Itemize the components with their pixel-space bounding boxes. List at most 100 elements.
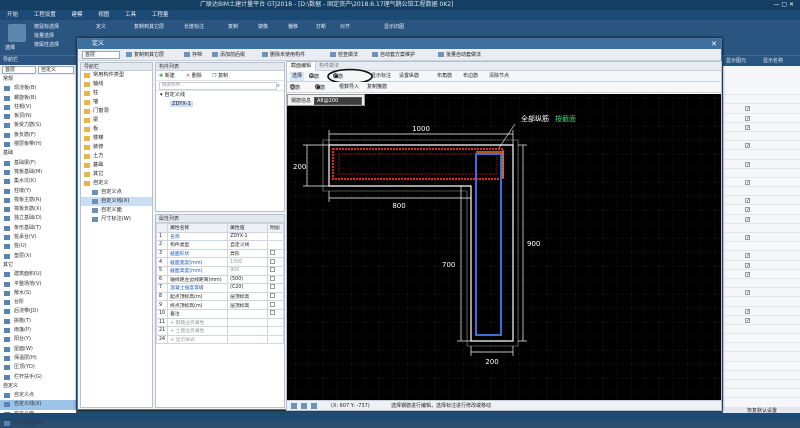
new-component-button[interactable]: ✚ 新建 (159, 72, 175, 80)
ribbon-item[interactable]: 按鼠标选择 (34, 23, 59, 31)
dialog-nav-item[interactable]: 自定义线(X) (81, 197, 152, 206)
ribbon-item[interactable]: 对齐 (340, 23, 350, 31)
property-value[interactable]: 异形 (227, 248, 269, 259)
menu-item[interactable]: 开始 (0, 10, 25, 20)
search-icon[interactable]: ⌕ (277, 82, 280, 90)
left-panel-item[interactable]: 散水(S) (0, 289, 76, 298)
property-value[interactable]: 层顶标高 (227, 300, 269, 310)
extra-checkbox[interactable] (270, 250, 276, 256)
left-panel-item[interactable]: 条形基础(T) (0, 224, 76, 233)
property-row[interactable]: 6 轴线距左边线距离(mm) (500) (155, 274, 284, 285)
left-panel-item[interactable]: 板受力筋(S) (0, 121, 76, 130)
extra-checkbox[interactable] (270, 267, 276, 273)
copy-component-button[interactable]: ❐ 复制 (212, 72, 228, 80)
pan-icon[interactable] (311, 403, 317, 409)
property-row[interactable]: 21 + 土建业务属性 (155, 326, 284, 336)
property-row[interactable]: 11 + 钢筋业务属性 (155, 317, 284, 328)
copy-to-layer-button[interactable]: 复制到其它层 (126, 51, 164, 59)
property-row[interactable]: 4 截面宽度(mm) 1000 (155, 257, 284, 267)
zoom-icon[interactable] (301, 403, 307, 409)
menu-item[interactable]: 视图 (91, 10, 116, 20)
display-checkbox[interactable]: ✓ (745, 161, 750, 167)
menu-item[interactable]: 工程设置 (27, 10, 63, 20)
section-canvas[interactable]: 1000 200 800 900 700 200 全部纵筋 按截面 (287, 94, 721, 402)
rebar-info-input[interactable]: A8@200 (314, 97, 362, 105)
property-value[interactable] (227, 317, 269, 328)
dialog-nav-item[interactable]: 板 (81, 125, 152, 134)
extra-checkbox[interactable] (270, 310, 276, 316)
left-panel-item[interactable]: 后浇带(JD) (0, 307, 76, 316)
left-panel-item[interactable]: 栏杆扶手(G) (0, 373, 76, 382)
copy-stirrup-button[interactable]: 复制箍筋 (367, 83, 387, 92)
dialog-nav-item[interactable]: 基础 (81, 161, 152, 170)
ribbon-item[interactable]: 定义 (96, 23, 106, 31)
floor-combo[interactable]: 首层 (2, 66, 36, 74)
ribbon-item[interactable]: 打断 (316, 23, 326, 31)
property-row[interactable]: 8 起点顶标高(m) 层顶标高 (155, 291, 284, 302)
display-checkbox[interactable]: ✓ (745, 253, 750, 259)
count-import-button[interactable]: 根数导入 (339, 83, 359, 92)
set-longitudinal-button[interactable]: 设置纵筋 (399, 72, 419, 81)
display-checkbox[interactable]: ✓ (745, 207, 750, 213)
display-checkbox[interactable]: ✓ (745, 271, 750, 277)
tab-section-edit[interactable]: 截面编辑 (287, 62, 317, 71)
left-panel-item[interactable]: 保温层(H) (0, 354, 76, 363)
ribbon-item[interactable]: 镜像 (258, 23, 268, 31)
property-value[interactable] (227, 326, 269, 336)
display-checkbox[interactable]: ✓ (745, 179, 750, 185)
close-icon[interactable]: ✕ (711, 39, 717, 49)
ribbon-item[interactable]: 复制到其它层 (134, 23, 164, 31)
property-row[interactable]: 7 混凝土强度等级 (C20) (155, 283, 284, 293)
clear-node-button[interactable]: 清除节点 (489, 72, 509, 81)
left-panel-item[interactable]: 建筑面积(U) (0, 270, 76, 279)
left-panel-item[interactable]: 垫层(X) (0, 252, 76, 261)
left-panel-item[interactable]: 板洞(N) (0, 112, 76, 121)
rebar-red-inner[interactable] (338, 153, 498, 175)
property-row[interactable]: 10 备注 (155, 308, 284, 319)
property-value[interactable]: ZDYX-1 (227, 231, 269, 242)
property-row[interactable]: 2 构件类型 自定义线 (155, 240, 284, 250)
dialog-nav-item[interactable]: 柱 (81, 89, 152, 98)
property-value[interactable]: (500) (227, 274, 269, 285)
extra-checkbox[interactable] (270, 284, 276, 290)
left-panel-item[interactable]: 筏板基础(M) (0, 168, 76, 177)
batch-auto-button[interactable]: 批量自动套做法 (438, 51, 481, 59)
display-checkbox[interactable]: ✓ (745, 115, 750, 121)
add-prefix-button[interactable]: 添加前后缀 (212, 51, 245, 59)
display-checkbox[interactable]: ✓ (745, 290, 750, 296)
fit-view-icon[interactable] (291, 403, 297, 409)
type-combo[interactable]: 自定义 (38, 66, 74, 74)
archive-button[interactable]: 存档 (184, 51, 202, 59)
delete-unused-button[interactable]: 删除未使用构件 (262, 51, 305, 59)
left-panel-item[interactable]: 尺寸标注(W) (0, 419, 76, 428)
extra-checkbox[interactable] (270, 301, 276, 307)
ribbon-item[interactable]: 偏移 (288, 23, 298, 31)
property-value[interactable]: (C20) (227, 283, 269, 293)
display-checkbox[interactable]: ✓ (745, 198, 750, 204)
section-drawing[interactable]: 1000 200 800 900 700 200 全部纵筋 按截面 (287, 94, 721, 402)
left-panel-group[interactable]: 其它 (0, 261, 76, 270)
left-panel-item[interactable]: 桩承台(V) (0, 233, 76, 242)
left-panel-item[interactable]: 桩(U) (0, 242, 76, 251)
dialog-nav-item[interactable]: 门窗洞 (81, 107, 152, 116)
select-icon[interactable] (8, 24, 26, 42)
select-tool-button[interactable]: 选择 (290, 72, 305, 81)
left-panel-item[interactable]: 楼层板带(H) (0, 140, 76, 149)
left-panel-item[interactable]: 基础梁(F) (0, 159, 76, 168)
display-checkbox[interactable]: ✓ (745, 262, 750, 268)
window-controls[interactable]: — ▢ ✕ (773, 0, 794, 10)
display-checkbox[interactable]: ✓ (745, 308, 750, 314)
extra-checkbox[interactable] (270, 258, 276, 264)
left-panel-item[interactable]: 挑檐(T) (0, 317, 76, 326)
floor-combo[interactable]: 首层 (82, 51, 120, 59)
dialog-nav-item[interactable]: 自定义点 (81, 188, 152, 197)
left-panel-item[interactable]: 螺旋板(B) (0, 94, 76, 103)
tree-child[interactable]: ZDYX-1 (156, 100, 284, 109)
dialog-nav-item[interactable]: 装修 (81, 143, 152, 152)
left-panel-item[interactable]: 自定义点 (0, 391, 76, 400)
delete-component-button[interactable]: ✕ 删除 (186, 72, 202, 80)
left-panel-item[interactable]: 平整场地(V) (0, 280, 76, 289)
ribbon-item[interactable]: 复制 (228, 23, 238, 31)
display-checkbox[interactable]: ✓ (745, 106, 750, 112)
property-row[interactable]: 1 名称 ZDYX-1 (155, 231, 284, 242)
